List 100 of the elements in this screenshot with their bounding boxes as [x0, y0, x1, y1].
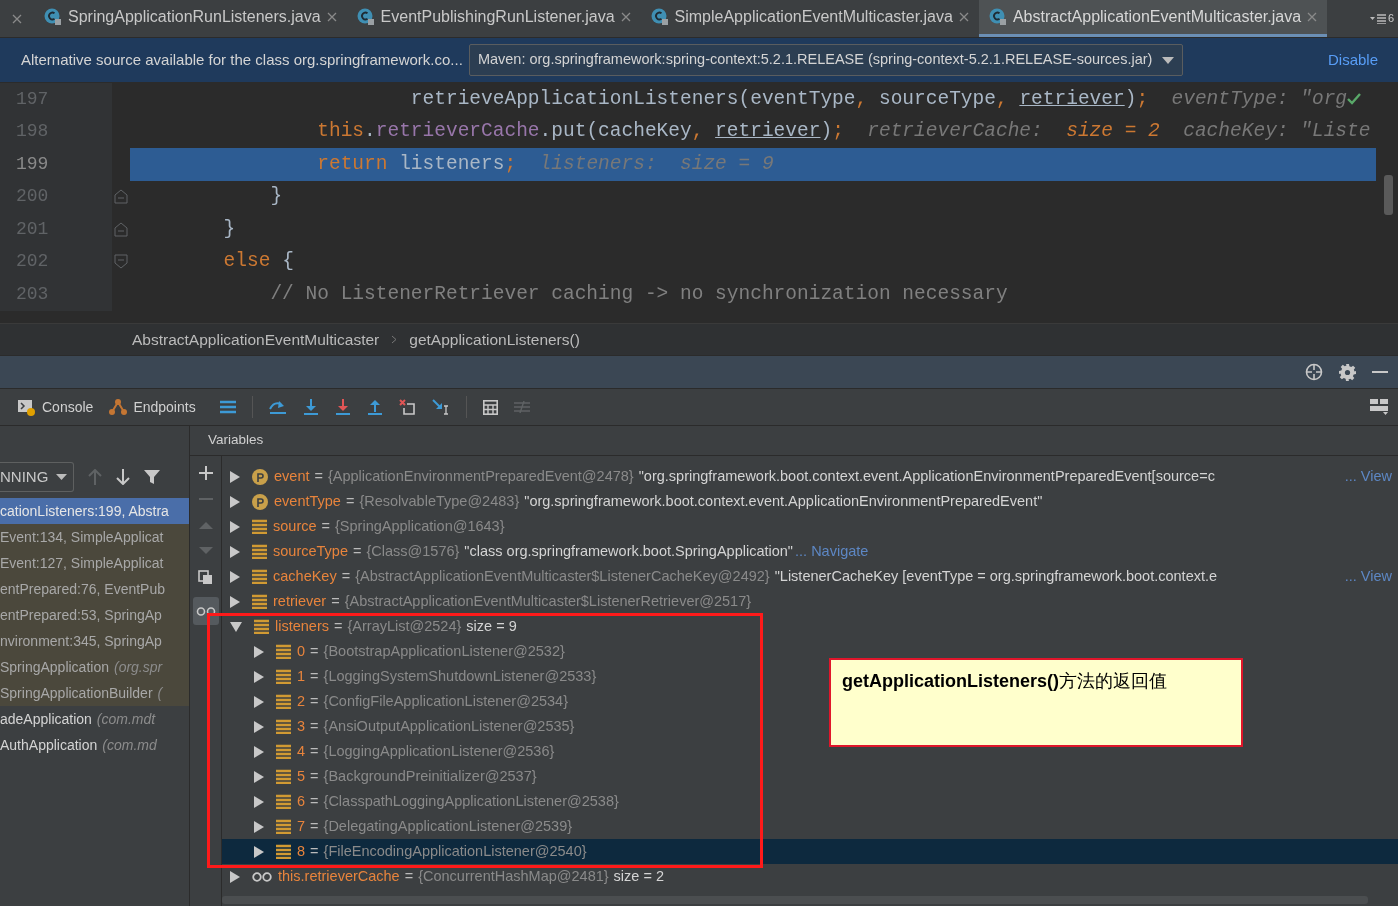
breadcrumb-item[interactable]: getApplicationListeners() — [409, 327, 580, 352]
glasses-toggle[interactable] — [192, 597, 219, 625]
filter-icon[interactable] — [144, 469, 161, 485]
copy-icon[interactable] — [198, 570, 213, 585]
disable-link[interactable]: Disable — [1327, 48, 1378, 72]
variable-type: {ArrayList@2524} — [347, 616, 462, 636]
expand-triangle-icon[interactable] — [230, 870, 240, 883]
variable-type: {ResolvableType@2483} — [359, 491, 520, 511]
expand-triangle-icon[interactable] — [230, 570, 240, 583]
equals-sign: = — [310, 741, 319, 761]
variable-type: {BootstrapApplicationListener@2532} — [323, 641, 565, 661]
caret-icon — [56, 474, 68, 480]
debugger-tab[interactable]: Endpoints — [109, 396, 196, 418]
variable-row[interactable]: event = {ApplicationEnvironmentPreparedEvent@2478} "org.springframework.boot.context.event.ApplicationEnvironmentPreparedEvent[source=c ... View — [222, 464, 1398, 489]
variable-row[interactable]: eventType = {ResolvableType@2483} "org.springframework.boot.context.event.ApplicationEnvironmentPreparedEvent" — [222, 489, 1043, 514]
frame-cross-icon[interactable] — [398, 399, 416, 415]
variable-row[interactable]: 3 = {AnsiOutputApplicationListener@2535} — [222, 714, 575, 739]
layout-icon[interactable] — [1370, 399, 1388, 415]
expand-triangle-icon[interactable] — [254, 745, 264, 758]
down-arrow-icon[interactable] — [334, 399, 351, 415]
expand-triangle-icon[interactable] — [254, 645, 264, 658]
expand-triangle-icon[interactable] — [254, 670, 264, 683]
down-arrow-icon[interactable] — [116, 469, 131, 485]
variable-row[interactable]: 5 = {BackgroundPreinitializer@2537} — [222, 764, 537, 789]
variable-row[interactable]: 0 = {BootstrapApplicationListener@2532} — [222, 639, 565, 664]
stack-frame[interactable]: adeApplication (com.mdt — [0, 706, 189, 732]
horizontal-scrollbar[interactable] — [222, 896, 1368, 904]
variable-row[interactable]: retriever = {AbstractApplicationEventMulticaster$ListenerRetriever@2517} — [222, 589, 752, 614]
crosshair-icon[interactable] — [1305, 363, 1323, 381]
scrollbar-thumb[interactable] — [1384, 175, 1393, 215]
code-line: else { — [222, 249, 295, 275]
stack-icon — [276, 669, 291, 684]
source-dropdown[interactable]: Maven: org.springframework:spring-context:5.2.1.RELEASE (spring-context-5.2.1.RELEASE-sources.jar) — [468, 44, 1184, 76]
variable-row[interactable]: 6 = {ClasspathLoggingApplicationListener@2538} — [222, 789, 619, 814]
expand-triangle-icon[interactable] — [254, 720, 264, 733]
variable-name: 6 — [297, 791, 306, 811]
debugger-tab[interactable]: Console — [18, 396, 94, 418]
close-icon[interactable] — [12, 13, 22, 24]
close-icon[interactable] — [326, 12, 337, 22]
close-icon[interactable] — [620, 12, 631, 22]
variable-row[interactable]: cacheKey = {AbstractApplicationEventMulticaster$ListenerCacheKey@2492} "ListenerCacheKey [eventType = org.springframework.boot.context.e ... View — [222, 564, 1398, 589]
fold-marker-icon[interactable] — [114, 254, 128, 270]
expand-triangle-icon[interactable] — [230, 545, 240, 558]
fold-marker-icon[interactable] — [114, 189, 128, 205]
thread-dropdown[interactable]: NNING — [0, 462, 75, 492]
plus-icon[interactable] — [198, 466, 213, 480]
expand-triangle-icon[interactable] — [254, 820, 264, 833]
callout-note: getApplicationListeners()方法的返回值 — [829, 658, 1243, 747]
variable-type: {BackgroundPreinitializer@2537} — [323, 766, 537, 786]
expand-triangle-icon[interactable] — [230, 595, 240, 608]
stack-frame[interactable]: entPrepared:53, SpringAp — [0, 602, 189, 628]
expand-triangle-icon[interactable] — [254, 695, 264, 708]
down-arrow-icon[interactable] — [302, 399, 319, 415]
settings-icon[interactable] — [1339, 363, 1356, 381]
stack-frame[interactable]: entPrepared:76, EventPub — [0, 576, 189, 602]
stack-frame[interactable]: nvironment:345, SpringAp — [0, 628, 189, 654]
equals-sign: = — [331, 591, 340, 611]
expand-triangle-icon[interactable] — [254, 795, 264, 808]
expand-triangle-icon[interactable] — [230, 520, 240, 533]
variable-row[interactable]: sourceType = {Class@1576} "class org.springframework.boot.SpringApplication"... Navigate — [222, 539, 1398, 564]
editor-tab[interactable]: SpringApplicationRunListeners.java — [34, 0, 347, 37]
fold-marker-icon[interactable] — [114, 221, 128, 237]
stack-frame[interactable]: SpringApplication (org.spr — [0, 654, 189, 680]
view-link[interactable]: ... View — [1342, 565, 1398, 588]
variable-row[interactable]: 1 = {LoggingSystemShutdownListener@2533} — [222, 664, 597, 689]
tab-overflow-button[interactable]: 6 — [1369, 0, 1398, 37]
view-link[interactable]: ... Navigate — [795, 540, 869, 563]
editor-tab[interactable]: EventPublishingRunListener.java — [346, 0, 641, 37]
expand-triangle-icon[interactable] — [254, 770, 264, 783]
stack-frame[interactable]: AuthApplication (com.md — [0, 732, 189, 758]
expand-triangle-icon[interactable] — [254, 845, 264, 858]
editor-tab[interactable]: AbstractApplicationEventMulticaster.java — [978, 0, 1328, 37]
variable-row[interactable]: 4 = {LoggingApplicationListener@2536} — [222, 739, 555, 764]
editor-tab[interactable]: SimpleApplicationEventMulticaster.java — [640, 0, 979, 37]
stack-frame[interactable]: Event:134, SimpleApplicat — [0, 524, 189, 550]
variable-row[interactable]: listeners = {ArrayList@2524} size = 9 — [222, 614, 517, 639]
calculator-icon[interactable] — [482, 399, 498, 415]
close-icon[interactable] — [958, 12, 969, 22]
view-link[interactable]: ... View — [1342, 465, 1398, 488]
variable-row[interactable]: this.retrieverCache = {ConcurrentHashMap@2481} size = 2 — [222, 864, 664, 889]
breadcrumb-item[interactable]: AbstractApplicationEventMulticaster — [132, 327, 380, 352]
variable-row[interactable]: 7 = {DelegatingApplicationListener@2539} — [222, 814, 573, 839]
class-file-icon — [988, 8, 1007, 26]
cursor-arrow-icon[interactable] — [431, 399, 450, 415]
parameter-icon — [252, 493, 268, 510]
equals-sign: = — [310, 841, 319, 861]
collapse-triangle-icon[interactable] — [230, 621, 242, 632]
stack-frame[interactable]: Event:127, SimpleApplicat — [0, 550, 189, 576]
variable-row[interactable]: 2 = {ConfigFileApplicationListener@2534} — [222, 689, 568, 714]
stack-frame[interactable]: cationListeners:199, Abstra — [0, 498, 189, 524]
variable-row[interactable]: 8 = {FileEncodingApplicationListener@2540} — [222, 839, 1398, 864]
stack-frame[interactable]: SpringApplicationBuilder ( — [0, 680, 189, 706]
list-icon[interactable] — [219, 400, 236, 414]
up-arrow-icon[interactable] — [366, 399, 383, 415]
expand-triangle-icon[interactable] — [230, 495, 240, 508]
variable-row[interactable]: source = {SpringApplication@1643} — [222, 514, 505, 539]
minimize-icon[interactable] — [1372, 370, 1388, 374]
expand-triangle-icon[interactable] — [230, 470, 240, 483]
line-number: 199 — [0, 148, 112, 181]
curved-arrow-icon[interactable] — [268, 400, 287, 414]
